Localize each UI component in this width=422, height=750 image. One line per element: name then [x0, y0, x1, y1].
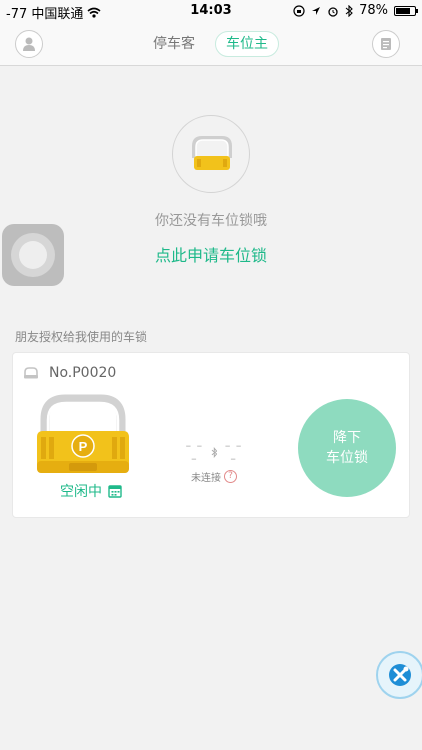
nav-bar: 停车客 车位主: [0, 22, 422, 66]
lock-status-text: 空闲中: [60, 484, 102, 500]
status-right: 78%: [293, 3, 418, 18]
alarm-icon: [328, 6, 338, 17]
wrench-tool-icon: [389, 664, 411, 686]
parking-lock-icon: [192, 136, 232, 170]
empty-lock-illustration: [172, 115, 250, 193]
no-lock-message: 你还没有车位锁哦: [155, 213, 267, 229]
connection-state-text: 未连接: [191, 473, 221, 484]
document-icon: [381, 38, 391, 50]
connection-state: 未连接 ?: [181, 469, 247, 484]
assistive-touch-button[interactable]: [2, 224, 64, 286]
bluetooth-icon: [345, 4, 353, 17]
shared-locks-title: 朋友授权给我使用的车锁: [15, 330, 148, 344]
calendar-icon[interactable]: [108, 484, 122, 498]
rotation-lock-icon: [293, 4, 305, 17]
battery-icon: [394, 5, 418, 16]
parking-lock-image: P: [37, 394, 129, 473]
lower-lock-label-1: 降下: [333, 430, 361, 446]
assistive-dot: [19, 241, 47, 269]
battery-percent: 78%: [359, 3, 388, 18]
connection-line: – – – – – –: [185, 439, 243, 465]
records-button[interactable]: [372, 30, 400, 58]
connection-indicator: – – – – – – 未连接 ?: [181, 439, 247, 484]
tab-parker[interactable]: 停车客: [143, 31, 205, 57]
lock-card-header: No.P0020: [23, 365, 116, 381]
status-bar: -77 中国联通 14:03 78%: [0, 0, 422, 22]
help-icon[interactable]: ?: [224, 470, 237, 483]
lower-lock-label-2: 车位锁: [326, 450, 368, 466]
tab-spot-owner[interactable]: 车位主: [215, 31, 279, 57]
bluetooth-icon: [211, 446, 218, 458]
role-tabs: 停车客 车位主: [0, 31, 422, 57]
svg-text:P: P: [79, 439, 88, 454]
small-lock-icon: [24, 367, 38, 379]
lower-lock-button[interactable]: 降下 车位锁: [298, 399, 396, 497]
lock-card[interactable]: No.P0020 P 空闲中 – – – – – – 未连接 ? 降下 车位锁: [12, 352, 410, 518]
location-arrow-icon: [312, 6, 321, 15]
floating-tool-button[interactable]: [376, 651, 422, 699]
lock-number: No.P0020: [49, 365, 117, 381]
lock-status: 空闲中: [60, 481, 122, 501]
